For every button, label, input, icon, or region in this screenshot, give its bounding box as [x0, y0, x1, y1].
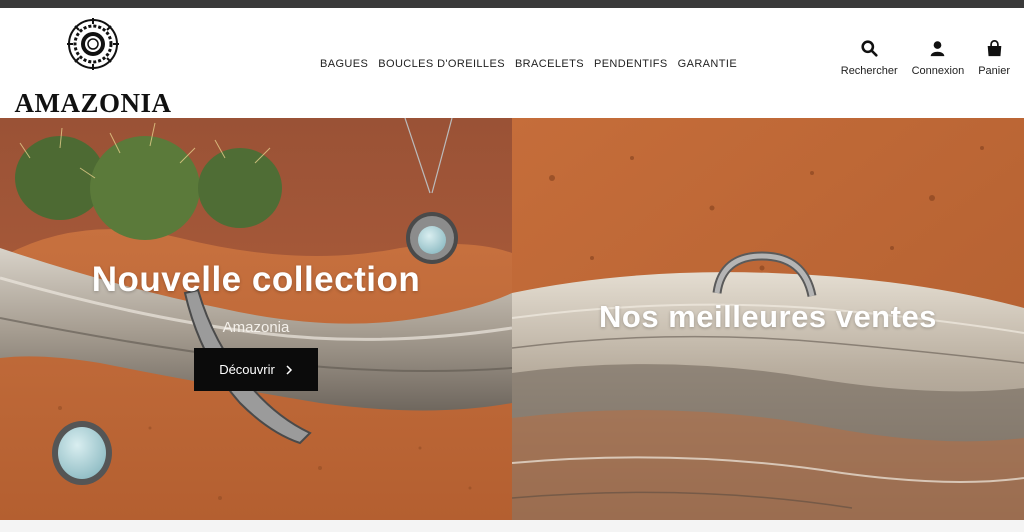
nav-item-garantie[interactable]: GARANTIE — [678, 56, 737, 72]
discover-button[interactable]: Découvrir — [194, 348, 318, 391]
nav-item-pendentifs[interactable]: PENDENTIFS — [594, 56, 668, 72]
page-bottom-edge — [0, 520, 1024, 532]
hero-left-title: Nouvelle collection — [91, 260, 421, 299]
nav-item-bagues[interactable]: BAGUES — [320, 56, 368, 72]
header-actions: Rechercher Connexion Panier — [841, 40, 1010, 77]
discover-button-label: Découvrir — [219, 362, 275, 377]
top-announcement-bar — [0, 0, 1024, 8]
hero-right-title: Nos meilleures ventes — [599, 299, 937, 334]
brand-name: AMAZONIA — [14, 88, 172, 118]
mandala-icon — [67, 18, 119, 70]
site-header: AMAZONIA BAGUES BOUCLES D'OREILLES BRACE… — [0, 8, 1024, 118]
ring-with-stone — [52, 421, 112, 485]
chevron-right-icon — [286, 364, 292, 375]
hero-new-collection[interactable]: Nouvelle collection Amazonia Découvrir — [0, 118, 512, 520]
cart-label: Panier — [978, 65, 1010, 77]
search-icon — [861, 40, 878, 57]
hero-left-subtitle: Amazonia — [222, 319, 290, 336]
search-button[interactable]: Rechercher — [841, 40, 898, 77]
login-button[interactable]: Connexion — [911, 40, 965, 77]
nav-item-bracelets[interactable]: BRACELETS — [515, 56, 584, 72]
brand-logo[interactable]: AMAZONIA — [10, 16, 176, 118]
main-nav: BAGUES BOUCLES D'OREILLES BRACELETS PEND… — [320, 56, 737, 72]
hero-best-sellers[interactable]: Nos meilleures ventes — [512, 118, 1024, 520]
nav-item-boucles-oreilles[interactable]: BOUCLES D'OREILLES — [378, 56, 505, 72]
login-label: Connexion — [911, 65, 965, 77]
cart-button[interactable]: Panier — [978, 40, 1010, 77]
bag-icon — [987, 40, 1001, 57]
user-icon — [931, 41, 945, 57]
search-label: Rechercher — [840, 65, 898, 77]
